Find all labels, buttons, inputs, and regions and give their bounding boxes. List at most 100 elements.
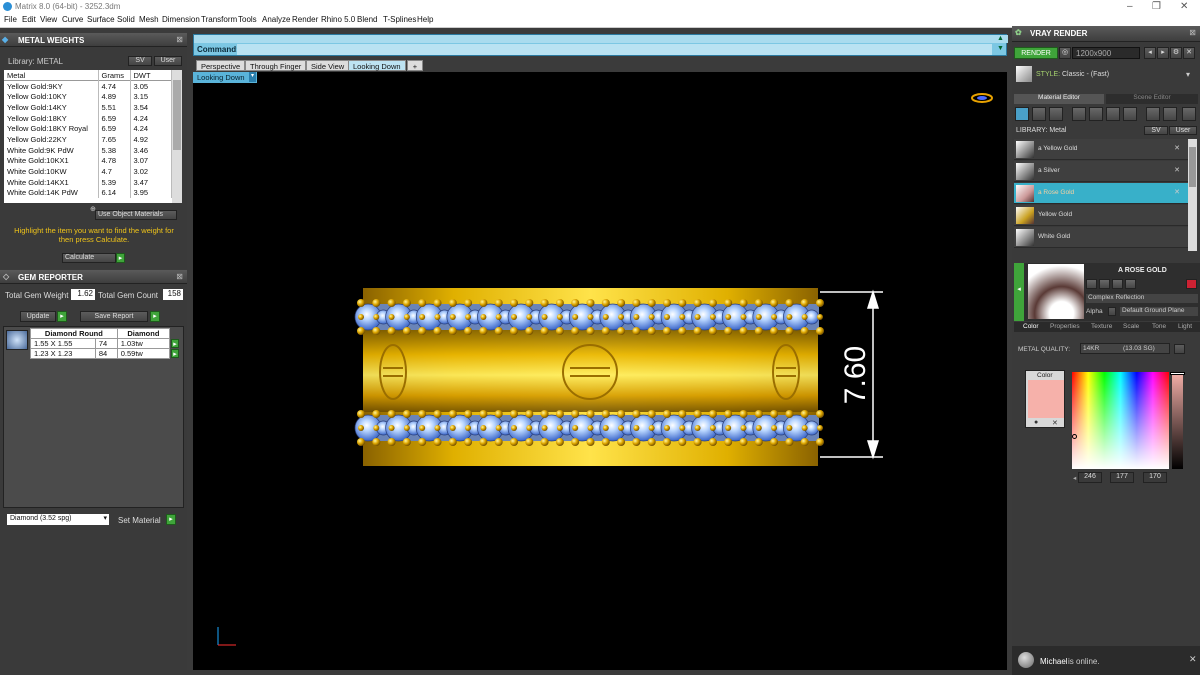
- close-icon[interactable]: ✕: [1189, 654, 1197, 665]
- tab-texture[interactable]: Texture: [1091, 323, 1112, 330]
- eyedropper-icon[interactable]: ●: [1034, 419, 1038, 426]
- remove-icon[interactable]: ✕: [1174, 166, 1180, 174]
- paint-select-icon[interactable]: [1163, 107, 1177, 121]
- user-button[interactable]: User: [154, 56, 182, 66]
- scroll-down-icon[interactable]: ▼: [997, 45, 1004, 52]
- table-row[interactable]: Yellow Gold:9KY 4.74 3.05: [4, 80, 172, 92]
- brush-tool-icon[interactable]: [1015, 107, 1029, 121]
- menu-tools[interactable]: Tools: [238, 15, 257, 24]
- menu-curve[interactable]: Curve: [62, 15, 83, 24]
- panel-close-icon[interactable]: ⊠: [1189, 28, 1196, 37]
- sv-button[interactable]: SV: [128, 56, 152, 66]
- current-color-swatch[interactable]: [1028, 380, 1064, 418]
- viewport[interactable]: Looking Down ▾ 7.60: [193, 72, 1007, 670]
- color-spectrum[interactable]: [1072, 372, 1169, 469]
- checker-tool-icon[interactable]: [1123, 107, 1137, 121]
- tab-side-view[interactable]: Side View: [306, 60, 350, 71]
- menu-analyze[interactable]: Analyze: [262, 15, 290, 24]
- menu-edit[interactable]: Edit: [22, 15, 36, 24]
- menu-surface[interactable]: Surface: [87, 15, 115, 24]
- table-row[interactable]: White Gold:14K PdW 6.14 3.95: [4, 187, 172, 199]
- metal-quality-dropdown-icon[interactable]: [1174, 344, 1185, 354]
- set-material-go-icon[interactable]: ▸: [166, 514, 176, 525]
- menu-mesh[interactable]: Mesh: [139, 15, 159, 24]
- tab-properties[interactable]: Properties: [1050, 323, 1080, 330]
- style-value[interactable]: Classic - (Fast): [1062, 71, 1109, 78]
- diamond-tool-icon[interactable]: [1032, 107, 1046, 121]
- ground-plane-select[interactable]: Default Ground Plane: [1120, 307, 1198, 316]
- set-material-button[interactable]: Set Material: [118, 516, 161, 525]
- menu-tsplines[interactable]: T-Splines: [383, 15, 416, 24]
- brightness-slider-thumb[interactable]: [1170, 372, 1185, 375]
- column-header[interactable]: Grams: [98, 70, 131, 81]
- scrollbar-thumb[interactable]: [173, 80, 181, 150]
- menu-view[interactable]: View: [40, 15, 57, 24]
- tab-material-editor[interactable]: Material Editor: [1014, 94, 1104, 104]
- collapse-icon[interactable]: ◂: [1014, 263, 1024, 321]
- blue-field[interactable]: 170: [1143, 472, 1167, 483]
- alpha-toggle[interactable]: [1108, 307, 1116, 316]
- select-gems-icon[interactable]: ▸: [171, 339, 179, 348]
- render-button[interactable]: RENDER: [1014, 47, 1058, 59]
- calculate-button[interactable]: Calculate: [62, 253, 116, 263]
- table-row[interactable]: 1.23 X 1.23 84 0.59tw: [30, 348, 171, 359]
- command-input[interactable]: [237, 44, 992, 55]
- close-icon[interactable]: ✕: [1180, 1, 1188, 12]
- material-item-selected[interactable]: a Rose Gold ✕: [1014, 183, 1188, 204]
- light-tool-icon[interactable]: [1182, 107, 1196, 121]
- texture-tool-icon[interactable]: [1072, 107, 1086, 121]
- clear-color-icon[interactable]: ✕: [1052, 419, 1058, 427]
- menu-help[interactable]: Help: [417, 15, 433, 24]
- table-row[interactable]: Yellow Gold:14KY 5.51 3.54: [4, 102, 172, 113]
- table-row[interactable]: Yellow Gold:18KY 6.59 4.24: [4, 112, 172, 124]
- scroll-up-icon[interactable]: ▲: [997, 35, 1004, 42]
- prev-icon[interactable]: ◂: [1144, 47, 1156, 59]
- material-tool-icon[interactable]: [1112, 279, 1123, 289]
- calculate-go-icon[interactable]: ▸: [116, 253, 125, 263]
- settings-icon[interactable]: ⚙: [1170, 47, 1182, 59]
- chevron-down-icon[interactable]: ▾: [1186, 70, 1190, 79]
- grid-tool-icon[interactable]: [1106, 107, 1120, 121]
- maximize-icon[interactable]: ❐: [1152, 1, 1161, 12]
- menu-render[interactable]: Render: [292, 15, 318, 24]
- save-report-button[interactable]: Save Report: [80, 311, 148, 322]
- panel-close-icon[interactable]: ⊠: [176, 35, 183, 44]
- table-row[interactable]: White Gold:10KW 4.7 3.02: [4, 166, 172, 177]
- pattern-tool-icon[interactable]: [1089, 107, 1103, 121]
- material-tool-icon[interactable]: [1099, 279, 1110, 289]
- material-list-scrollbar[interactable]: [1188, 139, 1197, 251]
- material-tool-icon[interactable]: [1086, 279, 1097, 289]
- minimize-icon[interactable]: –: [1127, 1, 1133, 12]
- material-tool-icon[interactable]: [1125, 279, 1136, 289]
- tab-light[interactable]: Light: [1178, 323, 1192, 330]
- table-row[interactable]: Yellow Gold:22KY 7.65 4.92: [4, 134, 172, 145]
- brightness-slider[interactable]: [1170, 372, 1185, 469]
- tab-through-finger[interactable]: Through Finger: [245, 60, 307, 71]
- table-row[interactable]: Yellow Gold:18KY Royal 6.59 4.24: [4, 123, 172, 135]
- table-row[interactable]: White Gold:14KX1 5.39 3.47: [4, 176, 172, 188]
- menu-dimension[interactable]: Dimension: [162, 15, 200, 24]
- material-item[interactable]: a Silver ✕: [1014, 161, 1188, 182]
- table-row[interactable]: White Gold:10KX1 4.78 3.07: [4, 155, 172, 167]
- material-item[interactable]: White Gold: [1014, 227, 1188, 248]
- metal-table-scrollbar[interactable]: [172, 70, 182, 203]
- table-row[interactable]: 1.55 X 1.55 74 1.03tw: [30, 338, 171, 349]
- update-button[interactable]: Update: [20, 311, 56, 322]
- table-row[interactable]: White Gold:9K PdW 5.38 3.46: [4, 144, 172, 156]
- tab-looking-down[interactable]: Looking Down: [348, 60, 406, 71]
- tab-color[interactable]: Color: [1023, 323, 1039, 330]
- table-row[interactable]: Yellow Gold:10KY 4.89 3.15: [4, 91, 172, 103]
- close-render-icon[interactable]: ✕: [1183, 47, 1195, 59]
- tab-perspective[interactable]: Perspective: [196, 60, 246, 71]
- material-select[interactable]: Diamond (3.52 spg) ▾: [7, 514, 109, 525]
- reflection-select[interactable]: Complex Reflection: [1086, 294, 1198, 303]
- add-tab-button[interactable]: +: [407, 60, 423, 71]
- material-item[interactable]: a Yellow Gold ✕: [1014, 139, 1188, 160]
- menu-rhino[interactable]: Rhino 5.0: [321, 15, 355, 24]
- panel-close-icon[interactable]: ⊠: [176, 272, 183, 281]
- remove-icon[interactable]: ✕: [1174, 188, 1180, 196]
- update-go-icon[interactable]: ▸: [57, 311, 67, 322]
- column-header[interactable]: Metal: [4, 70, 99, 81]
- remove-icon[interactable]: ✕: [1174, 144, 1180, 152]
- sphere-tool-icon[interactable]: [1049, 107, 1063, 121]
